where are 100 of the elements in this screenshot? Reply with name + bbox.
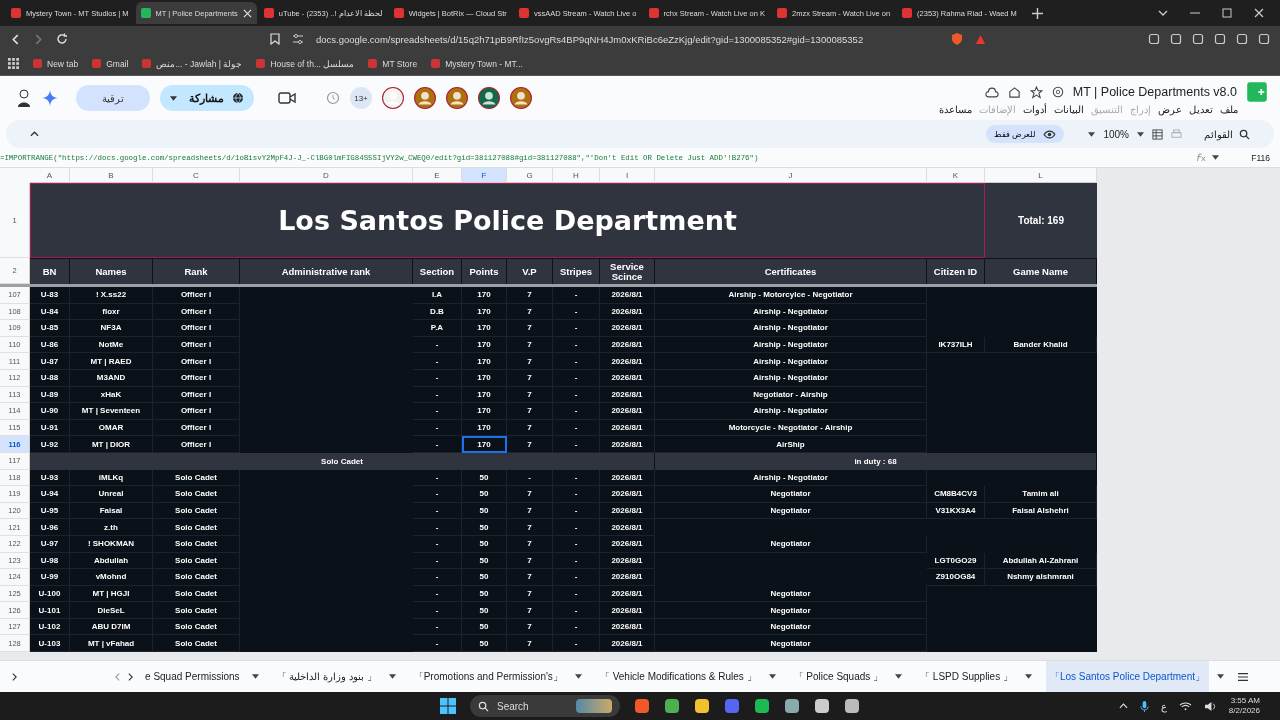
- dropdown-icon[interactable]: [1158, 10, 1168, 16]
- active-cell: 170: [462, 436, 507, 453]
- sheet-tab[interactable]: 「 LSPD Supplies 」: [916, 661, 1017, 692]
- app-icon[interactable]: [814, 698, 830, 714]
- column-header[interactable]: H: [553, 168, 600, 183]
- column-header[interactable]: J: [655, 168, 927, 183]
- menu-item[interactable]: مساعدة: [939, 104, 972, 115]
- bookmark-link[interactable]: MT Store: [368, 58, 418, 69]
- bookmark-link[interactable]: Gmail: [92, 58, 129, 69]
- app-icon[interactable]: [784, 698, 800, 714]
- table-cell: NF3A: [70, 320, 153, 337]
- scroll-left-icon[interactable]: [115, 671, 121, 682]
- expand-icon[interactable]: [12, 671, 17, 682]
- caret-icon[interactable]: [1217, 674, 1224, 679]
- column-header[interactable]: I: [600, 168, 655, 183]
- column-header[interactable]: L: [985, 168, 1097, 183]
- cell-reference-field[interactable]: F116: [1251, 152, 1270, 163]
- caret-icon[interactable]: [251, 674, 259, 679]
- bookmark-icon[interactable]: [270, 33, 280, 45]
- caret-icon[interactable]: [1088, 131, 1096, 137]
- collapse-icon[interactable]: [30, 131, 39, 137]
- menu-item[interactable]: تعديل: [1189, 104, 1213, 115]
- app-icon[interactable]: [754, 698, 770, 714]
- caret-icon[interactable]: [1212, 155, 1220, 160]
- sheet-tab[interactable]: 「 بنود وزارة الداخلية 」: [272, 661, 381, 692]
- view-only-button[interactable]: للعرض فقط: [986, 125, 1065, 143]
- bookmark-link[interactable]: House of th... مسلسل: [256, 58, 355, 69]
- caret-icon[interactable]: [1137, 131, 1144, 137]
- column-header[interactable]: K: [927, 168, 985, 183]
- windows-icon[interactable]: [440, 698, 456, 714]
- sheet-tab[interactable]: 「Promotions and Permission's」: [409, 661, 567, 692]
- star-icon[interactable]: [1029, 85, 1043, 99]
- bookmark-link[interactable]: Mystery Town - MT...: [431, 58, 523, 69]
- column-header[interactable]: B: [70, 168, 153, 183]
- sheets-logo-icon[interactable]: [1246, 81, 1268, 103]
- wifi-icon[interactable]: [1178, 701, 1192, 711]
- app-icon[interactable]: [664, 698, 680, 714]
- caret-icon[interactable]: [574, 674, 582, 679]
- profile-icon[interactable]: [16, 88, 32, 108]
- document-title[interactable]: MT | Police Departments v8.0: [1072, 85, 1237, 99]
- table-cell: 7: [507, 403, 553, 420]
- column-header[interactable]: A: [30, 168, 70, 183]
- caret-icon[interactable]: [895, 674, 903, 679]
- app-icon[interactable]: [844, 698, 860, 714]
- menu-item[interactable]: البيانات: [1054, 104, 1084, 115]
- table-cell: 7: [507, 602, 553, 619]
- menus-search-field[interactable]: القوائم: [1204, 128, 1250, 140]
- viewer-count-badge[interactable]: 13+: [350, 87, 372, 109]
- sheet-tab[interactable]: 「 Police Squads 」: [789, 661, 888, 692]
- app-icon[interactable]: [634, 698, 650, 714]
- close-icon[interactable]: [242, 8, 252, 18]
- column-header[interactable]: G: [507, 168, 553, 183]
- table-cell: -: [553, 436, 600, 453]
- column-header[interactable]: C: [153, 168, 240, 183]
- triangle-icon[interactable]: [975, 33, 986, 45]
- clock-date[interactable]: 8/2/2026: [1228, 706, 1260, 716]
- column-header[interactable]: F: [462, 168, 507, 183]
- menu-item[interactable]: أدوات: [1023, 104, 1047, 115]
- table-cell: 2026/8/1: [600, 336, 655, 354]
- taskbar-search-field[interactable]: Search: [470, 695, 620, 717]
- site-settings-icon[interactable]: [292, 33, 304, 45]
- bookmark-link[interactable]: New tab: [33, 58, 79, 69]
- avatar-icon[interactable]: [446, 87, 468, 109]
- caret-icon[interactable]: [768, 674, 776, 679]
- app-icon[interactable]: [694, 698, 710, 714]
- caret-icon[interactable]: [388, 674, 396, 679]
- menu-item[interactable]: ملف: [1220, 104, 1238, 115]
- table-icon[interactable]: [1152, 128, 1163, 140]
- new-tab-icon[interactable]: [1031, 7, 1043, 19]
- speaker-icon[interactable]: [1203, 700, 1217, 712]
- restore-icon[interactable]: [1222, 8, 1232, 18]
- clock-time[interactable]: 3:55 AM: [1230, 696, 1260, 706]
- close-icon[interactable]: [1254, 8, 1264, 18]
- sheet-tab[interactable]: 「Los Santos Police Department」: [1045, 661, 1209, 692]
- scroll-right-icon[interactable]: [128, 671, 134, 682]
- column-header[interactable]: D: [240, 168, 413, 183]
- avatar-icon[interactable]: [510, 87, 532, 109]
- reload-icon[interactable]: [56, 33, 68, 45]
- avatar-icon[interactable]: [478, 87, 500, 109]
- zoom-field[interactable]: 100%: [1103, 128, 1129, 140]
- sheet-tab[interactable]: e Squad Permissions: [141, 661, 244, 692]
- share-button[interactable]: مشاركة: [160, 85, 254, 111]
- caret-icon[interactable]: [1024, 674, 1032, 679]
- sparkle-icon[interactable]: [42, 90, 58, 106]
- avatar-icon[interactable]: [414, 87, 436, 109]
- apps-icon[interactable]: [8, 58, 19, 69]
- chevron-up-icon[interactable]: [1118, 703, 1128, 709]
- table-cell: Officer I: [153, 287, 240, 304]
- menu-item[interactable]: عرض: [1158, 104, 1182, 115]
- forward-icon[interactable]: [33, 33, 44, 45]
- bookmark-link[interactable]: منص... - Jawlah | جولة: [142, 58, 243, 69]
- cloud-icon[interactable]: [984, 86, 999, 98]
- back-icon[interactable]: [10, 33, 21, 45]
- sheet-tab[interactable]: 「 Vehicle Modifications & Rules 」: [595, 661, 761, 692]
- column-header[interactable]: E: [413, 168, 462, 183]
- language-indicator[interactable]: ع: [1160, 700, 1167, 712]
- microphone-icon[interactable]: [1139, 699, 1149, 713]
- avatar-icon[interactable]: [382, 87, 404, 109]
- upgrade-button[interactable]: ترقية: [76, 85, 150, 111]
- video-call-icon[interactable]: [278, 92, 296, 104]
